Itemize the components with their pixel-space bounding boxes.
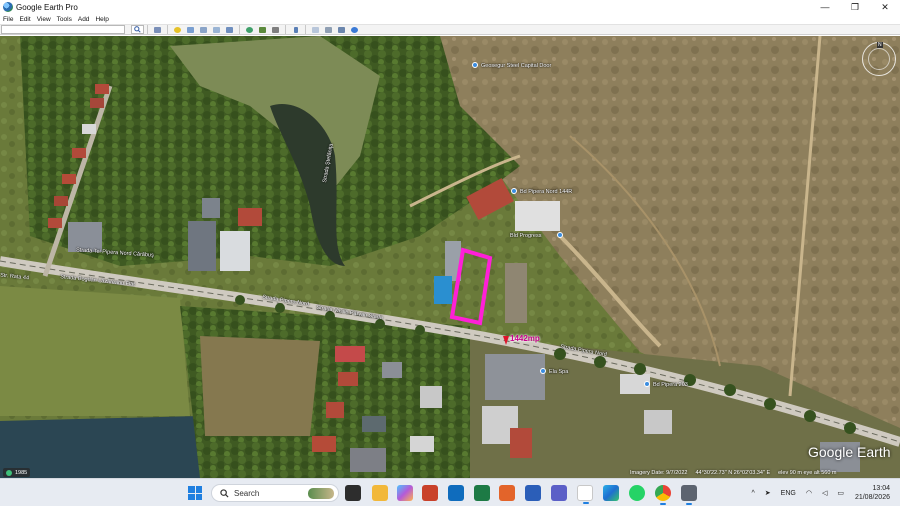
sidebar-icon[interactable] xyxy=(153,25,163,34)
historical-imagery-icon[interactable] xyxy=(245,25,255,34)
elevation-readout: elev 90 m eye alt 560 m xyxy=(778,469,837,476)
clock[interactable]: 13:04 21/08/2026 xyxy=(855,484,890,502)
excel-icon[interactable] xyxy=(474,485,490,501)
place-label[interactable]: Bld Progress xyxy=(510,233,542,239)
placemark-pin-icon[interactable] xyxy=(503,336,509,345)
sun-icon[interactable] xyxy=(258,25,268,34)
search-button[interactable] xyxy=(131,25,144,34)
calculator-icon[interactable] xyxy=(681,485,697,505)
language-indicator[interactable]: ENG xyxy=(781,490,796,497)
search-icon xyxy=(220,488,229,498)
file-explorer-icon[interactable] xyxy=(372,485,388,501)
widgets-icon[interactable] xyxy=(345,485,361,501)
show-hidden-icons-button[interactable]: ^ xyxy=(751,490,754,497)
close-button[interactable]: ✕ xyxy=(870,0,900,14)
window-title: Google Earth Pro xyxy=(16,2,78,12)
copilot-icon[interactable] xyxy=(397,485,413,501)
historical-imagery-badge[interactable]: 1985 xyxy=(3,468,31,477)
clock-date: 21/08/2026 xyxy=(854,494,890,501)
menu-add[interactable]: Add xyxy=(75,16,93,23)
email-icon[interactable] xyxy=(311,25,321,34)
whatsapp-icon[interactable] xyxy=(629,485,645,501)
historical-year: 1985 xyxy=(15,469,28,476)
location-icon[interactable]: ➤ xyxy=(765,489,771,497)
minimize-button[interactable]: — xyxy=(810,0,840,14)
coordinates-readout: 44°30'22.73" N 26°02'03.34" E xyxy=(695,469,771,476)
start-button[interactable] xyxy=(188,486,202,500)
place-label[interactable]: Bd Pipera Nord 144R xyxy=(520,189,572,195)
place-label[interactable]: Ela Spa xyxy=(549,369,568,375)
google-maps-icon[interactable] xyxy=(350,25,360,34)
maximize-button[interactable]: ❐ xyxy=(840,0,870,14)
taskbar-search[interactable]: Search xyxy=(211,484,339,502)
battery-icon[interactable]: ▭ xyxy=(837,489,844,497)
toolbar-separator xyxy=(285,25,286,34)
teams-icon[interactable] xyxy=(551,485,567,501)
system-tray: ^ ➤ ENG ◠ ◁ ▭ 13:04 21/08/2026 xyxy=(746,479,900,507)
compass-ring-icon xyxy=(868,48,890,70)
menu-tools[interactable]: Tools xyxy=(54,16,75,23)
search-label: Search xyxy=(234,488,260,498)
toolbar xyxy=(0,24,900,35)
imagery-date: Imagery Date: 9/7/2022 xyxy=(630,469,688,476)
path-icon[interactable] xyxy=(199,25,209,34)
place-marker-icon[interactable] xyxy=(557,232,563,238)
office-icon[interactable] xyxy=(499,485,515,501)
map-status-bar: Imagery Date: 9/7/2022 44°30'22.73" N 26… xyxy=(630,468,837,477)
toolbar-separator xyxy=(239,25,240,34)
polygon-icon[interactable] xyxy=(186,25,196,34)
windows-logo-icon xyxy=(188,486,195,493)
north-indicator[interactable]: N xyxy=(877,42,883,48)
google-earth-logo-icon xyxy=(3,2,13,12)
menu-view[interactable]: View xyxy=(34,16,54,23)
word-icon[interactable] xyxy=(525,485,541,501)
place-marker-icon[interactable] xyxy=(644,381,650,387)
powerpoint-icon[interactable] xyxy=(422,485,438,501)
clock-time: 13:04 xyxy=(872,485,890,492)
menu-bar: File Edit View Tools Add Help xyxy=(0,14,900,24)
area-measurement-label[interactable]: 1442mp xyxy=(510,334,540,343)
title-bar: Google Earth Pro — ❐ ✕ xyxy=(0,0,900,14)
toolbar-separator xyxy=(147,25,148,34)
search-icon xyxy=(134,26,141,33)
taskbar: Search ^ ➤ ENG ◠ ◁ ▭ 13:04 21/08/2026 xyxy=(0,478,900,506)
window-controls: — ❐ ✕ xyxy=(810,0,900,14)
save-image-icon[interactable] xyxy=(337,25,347,34)
map-viewer[interactable]: Geosegur Steel Capital Door Bd Pipera No… xyxy=(0,36,900,478)
place-marker-icon[interactable] xyxy=(472,62,478,68)
outlook-icon[interactable] xyxy=(448,485,464,501)
clock-icon xyxy=(6,469,12,476)
chrome-icon[interactable] xyxy=(655,485,671,505)
image-overlay-icon[interactable] xyxy=(212,25,222,34)
place-label[interactable]: Bd Pipera 203 xyxy=(653,382,688,388)
google-earth-logo: Google Earth xyxy=(808,444,891,460)
search-highlight-icon xyxy=(308,488,334,499)
wifi-icon[interactable]: ◠ xyxy=(806,489,812,497)
navigation-compass[interactable]: N xyxy=(862,42,896,76)
search-input[interactable] xyxy=(1,25,125,34)
menu-edit[interactable]: Edit xyxy=(16,16,33,23)
menu-file[interactable]: File xyxy=(0,16,16,23)
menu-help[interactable]: Help xyxy=(92,16,111,23)
edge-icon[interactable] xyxy=(603,485,619,501)
print-icon[interactable] xyxy=(324,25,334,34)
ruler-icon[interactable] xyxy=(291,25,301,34)
toolbar-separator xyxy=(305,25,306,34)
volume-icon[interactable]: ◁ xyxy=(822,489,827,497)
notepad-icon[interactable] xyxy=(577,485,593,504)
record-tour-icon[interactable] xyxy=(225,25,235,34)
place-marker-icon[interactable] xyxy=(540,368,546,374)
place-marker-icon[interactable] xyxy=(511,188,517,194)
placemark-icon[interactable] xyxy=(173,25,183,34)
toolbar-separator xyxy=(167,25,168,34)
planets-icon[interactable] xyxy=(271,25,281,34)
place-label[interactable]: Geosegur Steel Capital Door xyxy=(481,63,551,69)
